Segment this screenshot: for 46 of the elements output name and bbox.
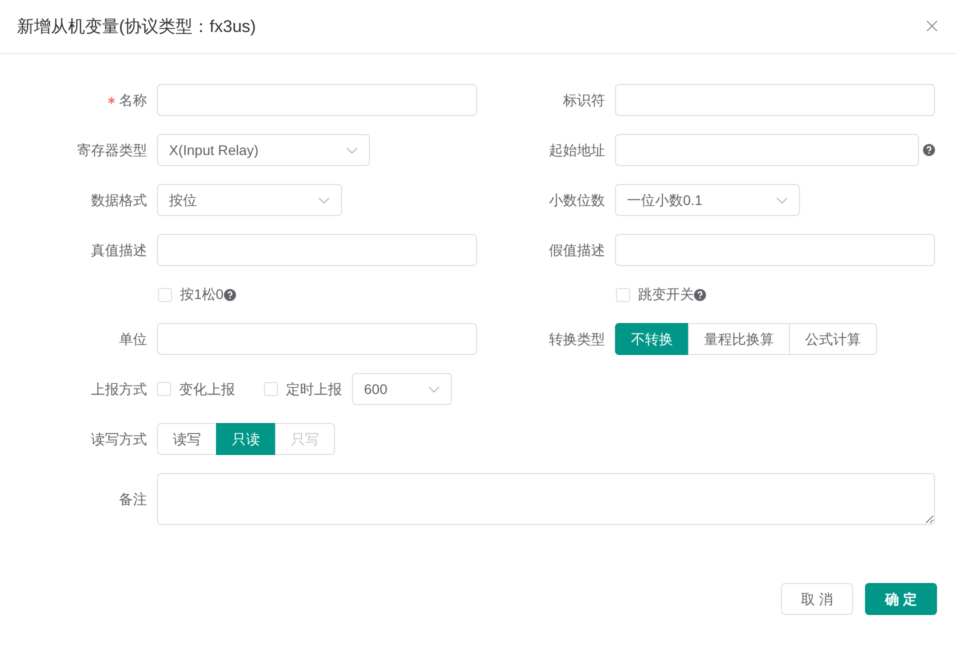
segment-button[interactable]: 不转换 (615, 323, 689, 355)
field-label: 上报方式 (91, 380, 147, 398)
text-field[interactable] (157, 234, 477, 266)
segment-button[interactable]: 量程比换算 (688, 323, 790, 355)
field-label: 读写方式 (91, 430, 147, 448)
cancel-button[interactable]: 取 消 (781, 583, 854, 615)
field-label: 真值描述 (91, 240, 147, 260)
text-field[interactable] (157, 323, 477, 355)
text-field[interactable] (615, 84, 935, 116)
field-label: 起始地址 (549, 140, 605, 160)
checkbox[interactable] (158, 288, 172, 302)
field-label: 数据格式 (91, 190, 147, 210)
checkbox-label[interactable]: 按1松0 (180, 284, 224, 305)
segment-button[interactable]: 公式计算 (789, 323, 877, 355)
select-field[interactable]: X(Input Relay) (157, 134, 370, 166)
checkbox[interactable] (616, 288, 630, 302)
field-label: 转换类型 (549, 330, 605, 348)
select-field[interactable]: 按位 (157, 184, 342, 216)
close-icon (926, 20, 938, 32)
field-label: 名称 (119, 90, 147, 110)
chevron-down-icon (318, 196, 330, 204)
textarea-field[interactable] (157, 473, 935, 525)
text-field[interactable] (157, 84, 477, 116)
field-label: 标识符 (563, 90, 605, 110)
close-button[interactable] (926, 20, 940, 34)
field-label: 备注 (119, 490, 147, 508)
checkbox[interactable] (264, 382, 278, 396)
chevron-down-icon (776, 196, 788, 204)
field-label: 假值描述 (549, 240, 605, 260)
field-label: 单位 (119, 330, 147, 348)
checkbox-label[interactable]: 定时上报 (286, 378, 342, 400)
text-field[interactable] (615, 134, 919, 166)
checkbox-label[interactable]: 跳变开关 (638, 284, 694, 305)
field-label: 寄存器类型 (77, 140, 147, 160)
segment-button[interactable]: 读写 (157, 423, 217, 455)
chevron-down-icon (428, 386, 440, 392)
segment-button[interactable]: 只读 (216, 423, 276, 455)
confirm-button[interactable]: 确 定 (865, 583, 937, 615)
text-field[interactable] (615, 234, 935, 266)
checkbox-label[interactable]: 变化上报 (179, 378, 235, 400)
select-field[interactable]: 600 (352, 373, 452, 405)
chevron-down-icon (346, 146, 358, 154)
select-field[interactable]: 一位小数0.1 (615, 184, 800, 216)
field-label: 小数位数 (549, 190, 605, 210)
dialog-title: 新增从机变量(协议类型：fx3us) (17, 16, 256, 38)
checkbox[interactable] (157, 382, 171, 396)
